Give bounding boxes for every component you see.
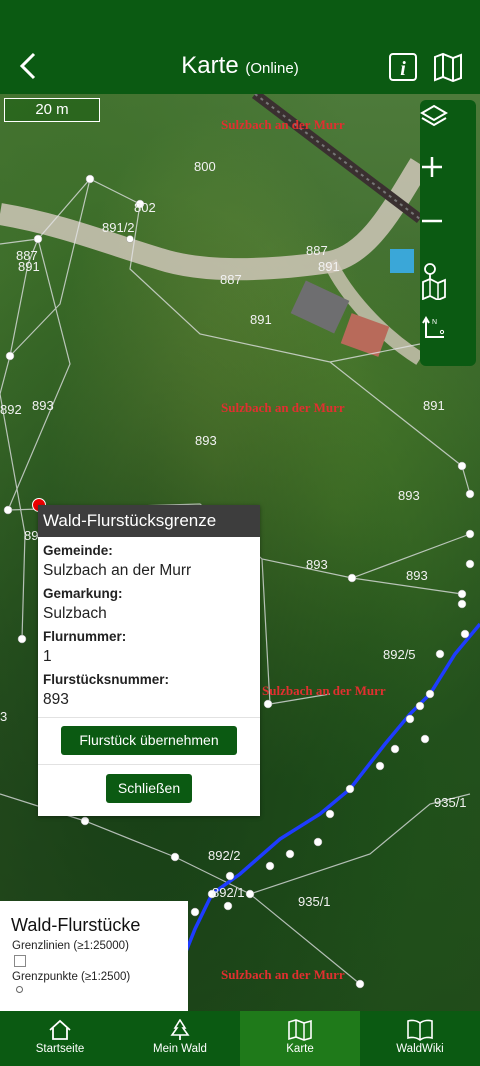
zoom-out-button[interactable] (420, 209, 476, 257)
parcel-label: 891 (250, 312, 272, 327)
popup-title: Wald-Flurstücksgrenze (38, 505, 260, 537)
parcel-label: 887 (306, 243, 328, 258)
parcel-label: 893 (195, 433, 217, 448)
map-toolbar: N (420, 100, 476, 366)
place-label: Sulzbach an der Murr (221, 400, 345, 415)
parcel-label: 893 (32, 398, 54, 413)
gemeinde-value: Sulzbach an der Murr (43, 562, 192, 579)
info-icon[interactable]: i (388, 52, 418, 82)
plus-icon (422, 157, 442, 177)
parcel-label: 887 (220, 272, 242, 287)
gemarkung-value: Sulzbach (43, 605, 107, 622)
parcel-label: 891 (318, 259, 340, 274)
flurstuecksnummer-label: Flurstücksnummer: (43, 672, 170, 687)
place-label: Sulzbach an der Murr (262, 683, 386, 698)
parcel-label: 891 (18, 259, 40, 274)
bottom-navigation: Startseite Mein Wald Karte WaldWiki (0, 1011, 480, 1066)
parcel-info-popup: Wald-Flurstücksgrenze Gemeinde: Sulzbach… (38, 505, 260, 816)
parcel-label: 802 (134, 200, 156, 215)
legend-lines-label: Grenzlinien (≥1:25000) (12, 940, 129, 952)
title-text: Karte (181, 52, 239, 79)
home-icon (49, 1019, 71, 1040)
minus-icon (422, 219, 442, 223)
nav-label: Mein Wald (153, 1043, 207, 1055)
nav-item-karte[interactable]: Karte (240, 1011, 360, 1066)
flurnummer-value: 1 (43, 648, 52, 665)
title-subtitle: (Online) (245, 60, 299, 77)
map-view[interactable]: 800 802 891/2 887 891 887 891 887 891 89… (0, 94, 480, 1011)
svg-text:N: N (432, 319, 437, 326)
layers-icon (420, 104, 448, 127)
locate-on-map-button[interactable] (420, 262, 476, 310)
legend-title: Wald-Flurstücke (11, 915, 141, 935)
parcel-label: 935/1 (298, 894, 331, 909)
nav-item-mein-wald[interactable]: Mein Wald (120, 1011, 240, 1066)
parcel-label: 800 (194, 159, 216, 174)
map-view-icon[interactable] (433, 52, 463, 82)
compass-axis-icon: N (422, 316, 445, 338)
gemeinde-label: Gemeinde: (43, 543, 113, 558)
parcel-label: 891 (423, 398, 445, 413)
parcel-label: 893 (398, 488, 420, 503)
flurstuecksnummer-value: 893 (43, 691, 69, 708)
scale-bar: 20 m (4, 98, 100, 122)
nav-item-waldwiki[interactable]: WaldWiki (360, 1011, 480, 1066)
legend-line-swatch (14, 955, 26, 967)
svg-text:i: i (400, 58, 406, 80)
parcel-label: 891/2 (102, 220, 135, 235)
map-pin-icon (422, 263, 446, 300)
nav-item-startseite[interactable]: Startseite (0, 1011, 120, 1066)
parcel-label: 893 (406, 568, 428, 583)
place-label: Sulzbach an der Murr (221, 967, 345, 982)
tree-icon (170, 1019, 190, 1040)
nav-label: Karte (286, 1043, 314, 1055)
parcel-label: 935/1 (434, 795, 467, 810)
layers-button[interactable] (420, 102, 476, 150)
parcel-label: 892/1 (212, 885, 245, 900)
map-icon (288, 1019, 312, 1041)
nav-label: WaldWiki (396, 1043, 444, 1055)
zoom-in-button[interactable] (420, 155, 476, 203)
legend-points-label: Grenzpunkte (≥1:2500) (12, 971, 131, 983)
legend-point-swatch (16, 986, 23, 993)
map-legend: Wald-Flurstücke Grenzlinien (≥1:25000) G… (0, 901, 188, 1011)
parcel-label: 3 (0, 709, 7, 724)
flurnummer-label: Flurnummer: (43, 629, 127, 644)
nav-label: Startseite (35, 1043, 85, 1055)
parcel-label: 892/2 (208, 848, 241, 863)
apply-parcel-button[interactable]: Flurstück übernehmen (61, 726, 237, 755)
parcel-label: 893 (306, 557, 328, 572)
book-icon (407, 1019, 433, 1041)
parcel-label: 892 (0, 402, 22, 417)
parcel-label: 892/5 (383, 647, 416, 662)
parcel-label: 89 (24, 528, 38, 543)
gemarkung-label: Gemarkung: (43, 586, 123, 601)
close-button[interactable]: Schließen (106, 774, 192, 803)
north-orientation-button[interactable]: N (420, 315, 476, 363)
place-label: Sulzbach an der Murr (221, 117, 345, 132)
app-header: Karte (Online) i (0, 0, 480, 94)
